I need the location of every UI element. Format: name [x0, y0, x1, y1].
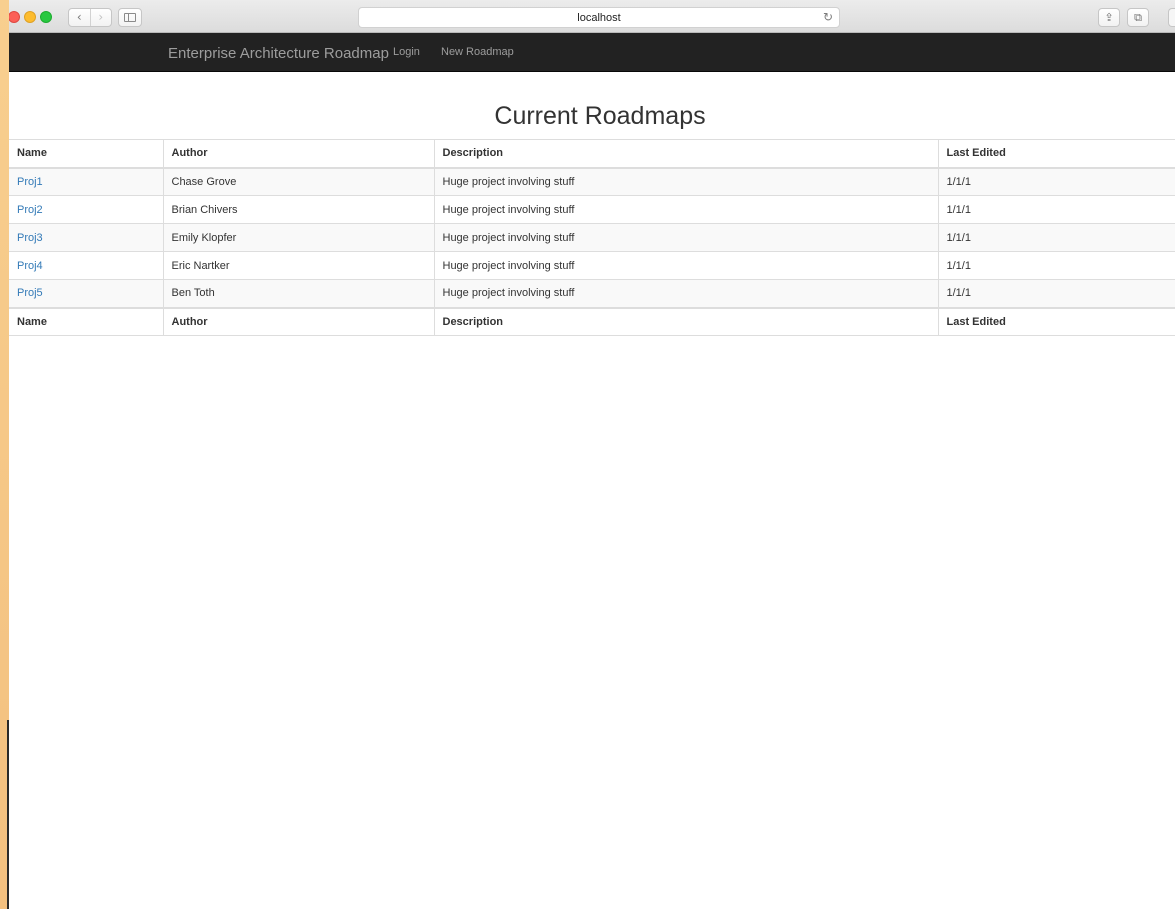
cell-last-edited: 1/1/1 [937, 251, 1175, 280]
footer-header-name: Name [9, 306, 163, 336]
cell-name: Proj1 [9, 167, 163, 196]
cell-name: Proj3 [9, 223, 163, 252]
brand-link[interactable]: Enterprise Architecture Roadmap [168, 45, 389, 62]
reload-icon[interactable]: ↻ [823, 10, 833, 24]
zoom-window-button[interactable] [40, 11, 52, 23]
table-row: Proj5 Ben Toth Huge project involving st… [9, 279, 1175, 308]
site-navbar: Enterprise Architecture Roadmap Login Ne… [9, 33, 1175, 72]
sidebar-icon [124, 13, 136, 22]
toolbar-overflow-button[interactable] [1168, 8, 1175, 27]
cell-author: Ben Toth [162, 279, 434, 308]
project-link[interactable]: Proj3 [17, 232, 43, 244]
tabs-icon: ⧉ [1134, 10, 1142, 24]
back-button[interactable]: ‹ [69, 9, 90, 26]
cell-description: Huge project involving stuff [433, 251, 938, 280]
cell-last-edited: 1/1/1 [937, 223, 1175, 252]
footer-header-description: Description [433, 306, 938, 336]
nav-new-roadmap-link[interactable]: New Roadmap [441, 46, 514, 58]
column-header-last-edited[interactable]: Last Edited [937, 139, 1175, 169]
cell-name: Proj4 [9, 251, 163, 280]
sidebar-toggle-button[interactable] [118, 8, 142, 27]
cell-last-edited: 1/1/1 [937, 167, 1175, 196]
table-footer-row: Name Author Description Last Edited [9, 306, 1175, 336]
cell-last-edited: 1/1/1 [937, 279, 1175, 308]
cell-author: Emily Klopfer [162, 223, 434, 252]
cell-author: Eric Nartker [162, 251, 434, 280]
project-link[interactable]: Proj1 [17, 176, 43, 188]
column-header-author[interactable]: Author [162, 139, 434, 169]
table-row: Proj4 Eric Nartker Huge project involvin… [9, 251, 1175, 280]
footer-header-author: Author [162, 306, 434, 336]
cell-description: Huge project involving stuff [433, 167, 938, 196]
desktop-background [0, 0, 9, 909]
close-window-button[interactable] [9, 11, 20, 23]
project-link[interactable]: Proj5 [17, 287, 43, 299]
share-button[interactable]: ⇪ [1098, 8, 1120, 27]
nav-login-link[interactable]: Login [393, 46, 420, 58]
table-row: Proj1 Chase Grove Huge project involving… [9, 167, 1175, 196]
table-row: Proj2 Brian Chivers Huge project involvi… [9, 195, 1175, 224]
cell-description: Huge project involving stuff [433, 223, 938, 252]
cell-name: Proj5 [9, 279, 163, 308]
project-link[interactable]: Proj4 [17, 260, 43, 272]
forward-button[interactable]: › [89, 9, 112, 26]
url-text: localhost [577, 11, 621, 24]
cell-last-edited: 1/1/1 [937, 195, 1175, 224]
project-link[interactable]: Proj2 [17, 204, 43, 216]
table-header-row: Name Author Description Last Edited [9, 139, 1175, 169]
share-icon: ⇪ [1104, 11, 1114, 24]
minimize-window-button[interactable] [24, 11, 36, 23]
column-header-name[interactable]: Name [9, 139, 163, 169]
page-title: Current Roadmaps [494, 102, 706, 130]
cell-author: Brian Chivers [162, 195, 434, 224]
column-header-description[interactable]: Description [433, 139, 938, 169]
browser-toolbar: ‹ › localhost ↻ ⇪ ⧉ [9, 0, 1175, 33]
cell-description: Huge project involving stuff [433, 195, 938, 224]
table-row: Proj3 Emily Klopfer Huge project involvi… [9, 223, 1175, 252]
footer-header-last-edited: Last Edited [937, 306, 1175, 336]
address-bar[interactable]: localhost ↻ [358, 7, 840, 28]
history-nav-group: ‹ › [68, 8, 112, 27]
show-tabs-button[interactable]: ⧉ [1127, 8, 1149, 27]
cell-name: Proj2 [9, 195, 163, 224]
roadmaps-table: Name Author Description Last Edited Proj… [9, 139, 1175, 336]
cell-description: Huge project involving stuff [433, 279, 938, 308]
cell-author: Chase Grove [162, 167, 434, 196]
browser-window: ‹ › localhost ↻ ⇪ ⧉ Enterprise Architect… [9, 0, 1175, 909]
